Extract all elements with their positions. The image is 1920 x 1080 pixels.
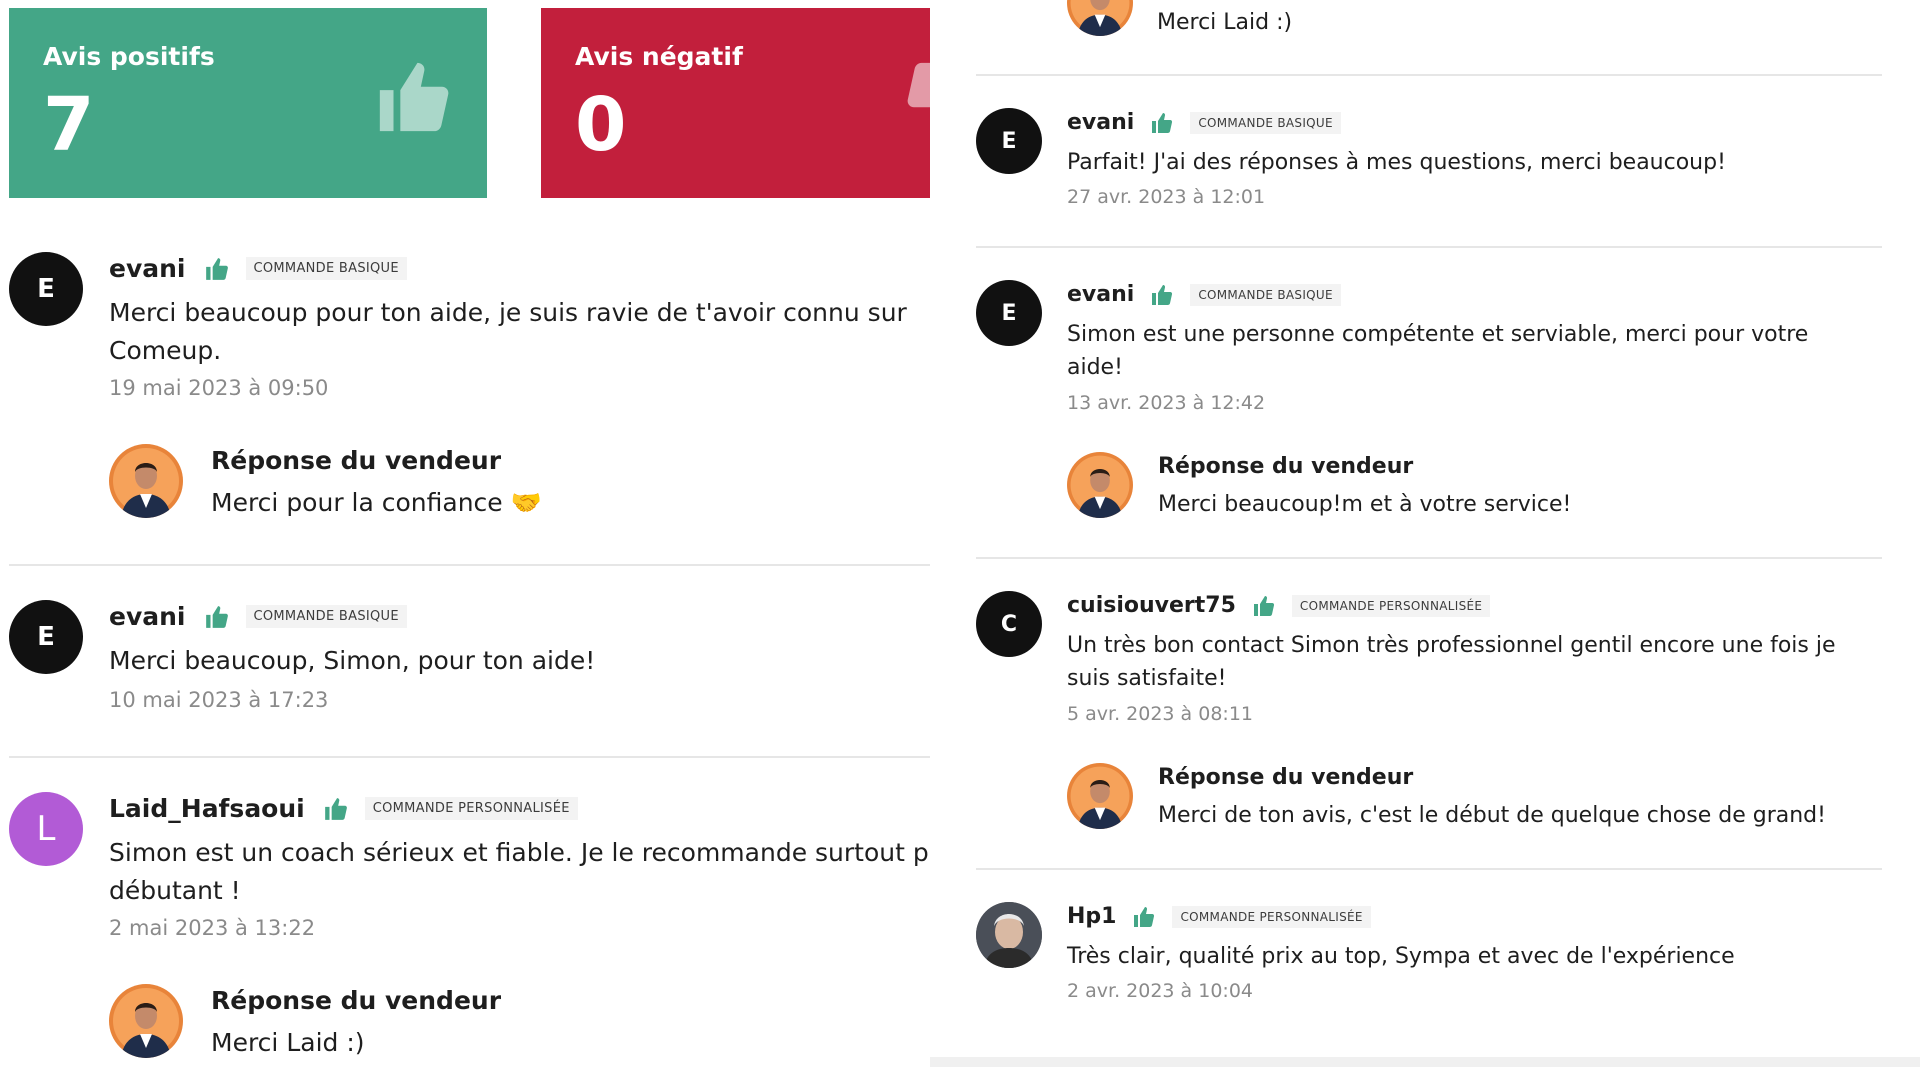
reviewer-name[interactable]: evani bbox=[109, 602, 186, 631]
review-text-continued: débutant ! bbox=[109, 876, 241, 905]
review-date: 10 mai 2023 à 17:23 bbox=[109, 688, 329, 712]
divider bbox=[9, 564, 930, 566]
avatar: E bbox=[976, 108, 1042, 174]
seller-avatar bbox=[109, 984, 183, 1058]
positive-reviews-card: Avis positifs 7 bbox=[9, 8, 487, 198]
positive-reviews-count: 7 bbox=[43, 82, 95, 168]
order-type-badge: COMMANDE BASIQUE bbox=[1190, 111, 1341, 134]
seller-avatar bbox=[1067, 452, 1133, 518]
seller-reply-title: Réponse du vendeur bbox=[1158, 454, 1414, 479]
thumbs-up-icon bbox=[204, 604, 230, 630]
seller-reply-title: Réponse du vendeur bbox=[211, 986, 502, 1015]
review-date: 2 avr. 2023 à 10:04 bbox=[1067, 980, 1253, 1002]
thumbs-up-icon bbox=[1150, 111, 1174, 135]
thumbs-up-icon bbox=[1150, 283, 1174, 307]
review-text: Simon est une personne compétente et ser… bbox=[1067, 322, 1809, 380]
review-date: 13 avr. 2023 à 12:42 bbox=[1067, 392, 1266, 414]
seller-reply-message: Merci Laid :) bbox=[1157, 10, 1293, 35]
seller-reply-message: Merci beaucoup!m et à votre service! bbox=[1158, 492, 1572, 517]
reviewer-name[interactable]: evani bbox=[1067, 282, 1134, 307]
avatar bbox=[976, 902, 1042, 968]
thumbs-up-icon bbox=[1132, 905, 1156, 929]
left-column: Avis positifs 7 Avis négatif 0 E evani C… bbox=[0, 0, 930, 1080]
avatar: E bbox=[976, 280, 1042, 346]
review-date: 5 avr. 2023 à 08:11 bbox=[1067, 703, 1253, 725]
divider bbox=[9, 756, 930, 758]
negative-reviews-card: Avis négatif 0 bbox=[541, 8, 930, 198]
thumbs-up-icon bbox=[1252, 594, 1276, 618]
review-text: Un très bon contact Simon très professio… bbox=[1067, 633, 1836, 691]
order-type-badge: COMMANDE PERSONNALISÉE bbox=[1291, 594, 1491, 617]
review-text: Parfait! J'ai des réponses à mes questio… bbox=[1067, 150, 1726, 175]
avatar: L bbox=[9, 792, 83, 866]
avatar: C bbox=[976, 591, 1042, 657]
thumbs-down-icon bbox=[901, 56, 930, 138]
review-date: 27 avr. 2023 à 12:01 bbox=[1067, 186, 1266, 208]
seller-reply-title: Réponse du vendeur bbox=[1158, 765, 1414, 790]
user-photo-icon bbox=[976, 902, 1042, 968]
thumbs-up-icon bbox=[373, 56, 455, 138]
review-text: Merci beaucoup, Simon, pour ton aide! bbox=[109, 646, 596, 675]
review-date: 2 mai 2023 à 13:22 bbox=[109, 916, 316, 940]
seller-reply-message: Merci pour la confiance 🤝 bbox=[211, 488, 542, 517]
reviewer-name[interactable]: evani bbox=[1067, 110, 1134, 135]
reviewer-name[interactable]: cuisiouvert75 bbox=[1067, 593, 1236, 618]
divider bbox=[976, 246, 1882, 248]
negative-reviews-label: Avis négatif bbox=[575, 42, 743, 71]
avatar: E bbox=[9, 252, 83, 326]
order-type-badge: COMMANDE PERSONNALISÉE bbox=[364, 797, 578, 820]
reviewer-name[interactable]: Hp1 bbox=[1067, 904, 1116, 929]
negative-reviews-count: 0 bbox=[575, 82, 627, 168]
order-type-badge: COMMANDE BASIQUE bbox=[245, 605, 407, 628]
review-date: 19 mai 2023 à 09:50 bbox=[109, 376, 329, 400]
divider bbox=[976, 868, 1882, 870]
seller-avatar bbox=[1067, 763, 1133, 829]
order-type-badge: COMMANDE BASIQUE bbox=[245, 257, 407, 280]
divider bbox=[976, 557, 1882, 559]
seller-reply-message: Merci de ton avis, c'est le début de que… bbox=[1158, 803, 1826, 828]
seller-reply-message: Merci Laid :) bbox=[211, 1028, 365, 1057]
divider bbox=[976, 74, 1882, 76]
footer-strip bbox=[930, 1057, 1920, 1067]
seller-avatar bbox=[109, 444, 183, 518]
seller-avatar bbox=[1067, 0, 1133, 36]
order-type-badge: COMMANDE BASIQUE bbox=[1190, 283, 1341, 306]
review-text: Simon est un coach sérieux et fiable. Je… bbox=[109, 838, 929, 867]
thumbs-up-icon bbox=[204, 256, 230, 282]
thumbs-up-icon bbox=[323, 796, 349, 822]
order-type-badge: COMMANDE PERSONNALISÉE bbox=[1172, 905, 1371, 928]
positive-reviews-label: Avis positifs bbox=[43, 42, 215, 71]
reviewer-name[interactable]: evani bbox=[109, 254, 186, 283]
avatar: E bbox=[9, 600, 83, 674]
review-text: Merci beaucoup pour ton aide, je suis ra… bbox=[109, 298, 907, 365]
reviewer-name[interactable]: Laid_Hafsaoui bbox=[109, 794, 305, 823]
review-text: Très clair, qualité prix au top, Sympa e… bbox=[1067, 944, 1735, 969]
seller-reply-title: Réponse du vendeur bbox=[211, 446, 502, 475]
